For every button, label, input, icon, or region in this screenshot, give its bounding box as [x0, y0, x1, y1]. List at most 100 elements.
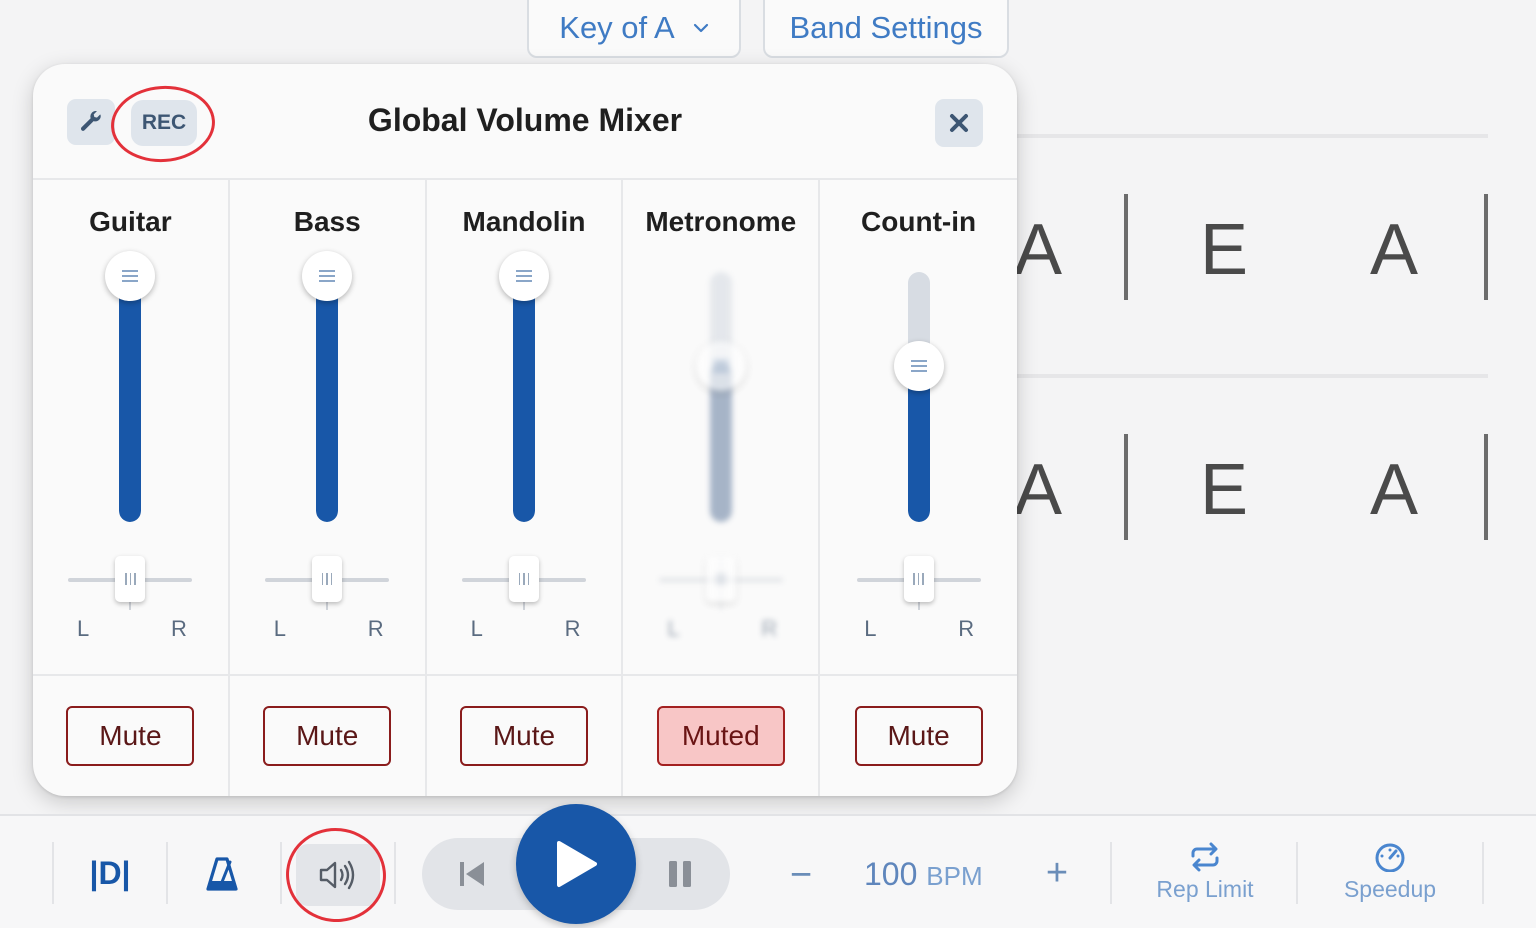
metronome-button[interactable] [200, 852, 244, 896]
band-settings-label: Band Settings [789, 10, 983, 45]
channel-name: Count-in [861, 206, 977, 237]
volume-fill [512, 272, 535, 522]
chord[interactable]: E [1200, 454, 1248, 526]
sheet-divider [1016, 134, 1488, 138]
speedup-label: Speedup [1343, 876, 1437, 902]
mixer-channels: Guitar L R Mute Bass L R Mute Mandolin L… [33, 180, 1017, 796]
divider [229, 674, 425, 676]
pan-slider-handle[interactable] [705, 556, 736, 602]
mute-button[interactable]: Mute [66, 706, 195, 766]
pan-slider-handle[interactable] [115, 556, 146, 602]
chord[interactable]: A [1014, 214, 1062, 286]
repeat-icon [1191, 842, 1219, 872]
channel-guitar: Guitar L R Mute [33, 180, 230, 796]
volume-slider-handle[interactable] [302, 251, 353, 301]
pause-icon [669, 861, 691, 887]
tempo-increase-button[interactable]: + [1038, 852, 1076, 894]
rep-limit-label: Rep Limit [1156, 876, 1254, 902]
bar-line [1484, 194, 1488, 300]
channel-metronome: Metronome L R Muted [623, 180, 821, 796]
key-selector-button[interactable]: Key of A [527, 0, 741, 58]
chord[interactable]: A [1370, 454, 1418, 526]
tempo-unit: BPM [926, 861, 983, 891]
rep-limit-button[interactable]: Rep Limit [1130, 842, 1280, 914]
previous-button[interactable] [452, 854, 492, 894]
channel-name: Metronome [645, 206, 797, 237]
channel-mandolin: Mandolin L R Mute [426, 180, 624, 796]
pan-left-label: L [667, 616, 680, 641]
mixer-header: REC Global Volume Mixer [33, 64, 1017, 180]
volume-fill [119, 272, 142, 522]
pan-right-label: R [367, 616, 384, 641]
channel-name: Mandolin [462, 206, 586, 237]
pan-right-label: R [171, 616, 187, 641]
toolbar-separator [394, 842, 396, 904]
key-label: Key of A [559, 10, 675, 45]
mixer-title: Global Volume Mixer [367, 102, 683, 138]
divider [623, 674, 819, 676]
tempo-value: 100 [864, 856, 918, 892]
volume-slider-handle[interactable] [695, 341, 746, 391]
pan-slider-handle[interactable] [508, 556, 539, 602]
divider [33, 674, 228, 676]
close-icon [950, 114, 968, 132]
speedup-button[interactable]: Speedup [1315, 842, 1465, 914]
band-settings-button[interactable]: Band Settings [763, 0, 1009, 58]
volume-slider-handle[interactable] [893, 341, 944, 391]
d-icon: |D| [89, 854, 131, 891]
pan-slider-handle[interactable] [903, 556, 934, 602]
toolbar-separator [166, 842, 168, 904]
channel-bass: Bass L R Mute [229, 180, 427, 796]
channel-name: Guitar [89, 206, 172, 237]
close-button[interactable] [935, 99, 983, 147]
pause-button[interactable] [660, 854, 700, 894]
volume-mixer-button[interactable] [296, 844, 380, 906]
sheet-divider [1016, 374, 1488, 378]
display-mode-button[interactable]: |D| [86, 852, 134, 894]
volume-slider[interactable] [907, 272, 930, 522]
playback-toolbar: |D| − 100 BPM + Rep Limit Speedup [0, 804, 1536, 928]
volume-slider[interactable] [709, 272, 732, 522]
mute-button[interactable]: Muted [656, 706, 785, 766]
divider [820, 674, 1017, 676]
metronome-icon [206, 857, 238, 891]
chord[interactable]: A [1014, 454, 1062, 526]
pan-right-label: R [564, 616, 581, 641]
toolbar-separator [52, 842, 54, 904]
channel-name: Bass [293, 206, 361, 237]
chevron-down-icon [693, 23, 708, 33]
mute-button[interactable]: Mute [854, 706, 983, 766]
skip-back-icon [460, 862, 484, 886]
volume-slider[interactable] [512, 272, 535, 522]
toolbar-separator [1110, 842, 1112, 904]
volume-slider[interactable] [316, 272, 339, 522]
chord[interactable]: A [1370, 214, 1418, 286]
mute-button[interactable]: Mute [263, 706, 392, 766]
chord-row: A E A [1014, 434, 1496, 544]
tempo-display: 100 BPM [864, 856, 983, 893]
play-icon [557, 841, 597, 887]
play-button[interactable] [516, 804, 636, 924]
volume-slider-handle[interactable] [105, 251, 156, 301]
volume-slider[interactable] [119, 272, 142, 522]
bar-line [1124, 434, 1128, 540]
chord[interactable]: E [1200, 214, 1248, 286]
pan-left-label: L [273, 616, 287, 641]
toolbar-separator [280, 842, 282, 904]
chord-row: A E A [1014, 194, 1496, 304]
mute-button[interactable]: Mute [459, 706, 588, 766]
tempo-decrease-button[interactable]: − [782, 854, 820, 896]
volume-fill [316, 272, 339, 522]
divider [426, 674, 622, 676]
pan-left-label: L [77, 616, 90, 641]
toolbar-separator [1296, 842, 1298, 904]
volume-mixer-panel: REC Global Volume Mixer Guitar L R Mute … [33, 64, 1017, 796]
bar-line [1484, 434, 1488, 540]
pan-right-label: R [761, 616, 778, 641]
channel-count-in: Count-in L R Mute [820, 180, 1017, 796]
speedometer-icon [1375, 843, 1405, 872]
pan-left-label: L [470, 616, 483, 641]
pan-slider-handle[interactable] [312, 556, 343, 602]
volume-slider-handle[interactable] [498, 251, 549, 301]
pan-right-label: R [958, 616, 975, 641]
